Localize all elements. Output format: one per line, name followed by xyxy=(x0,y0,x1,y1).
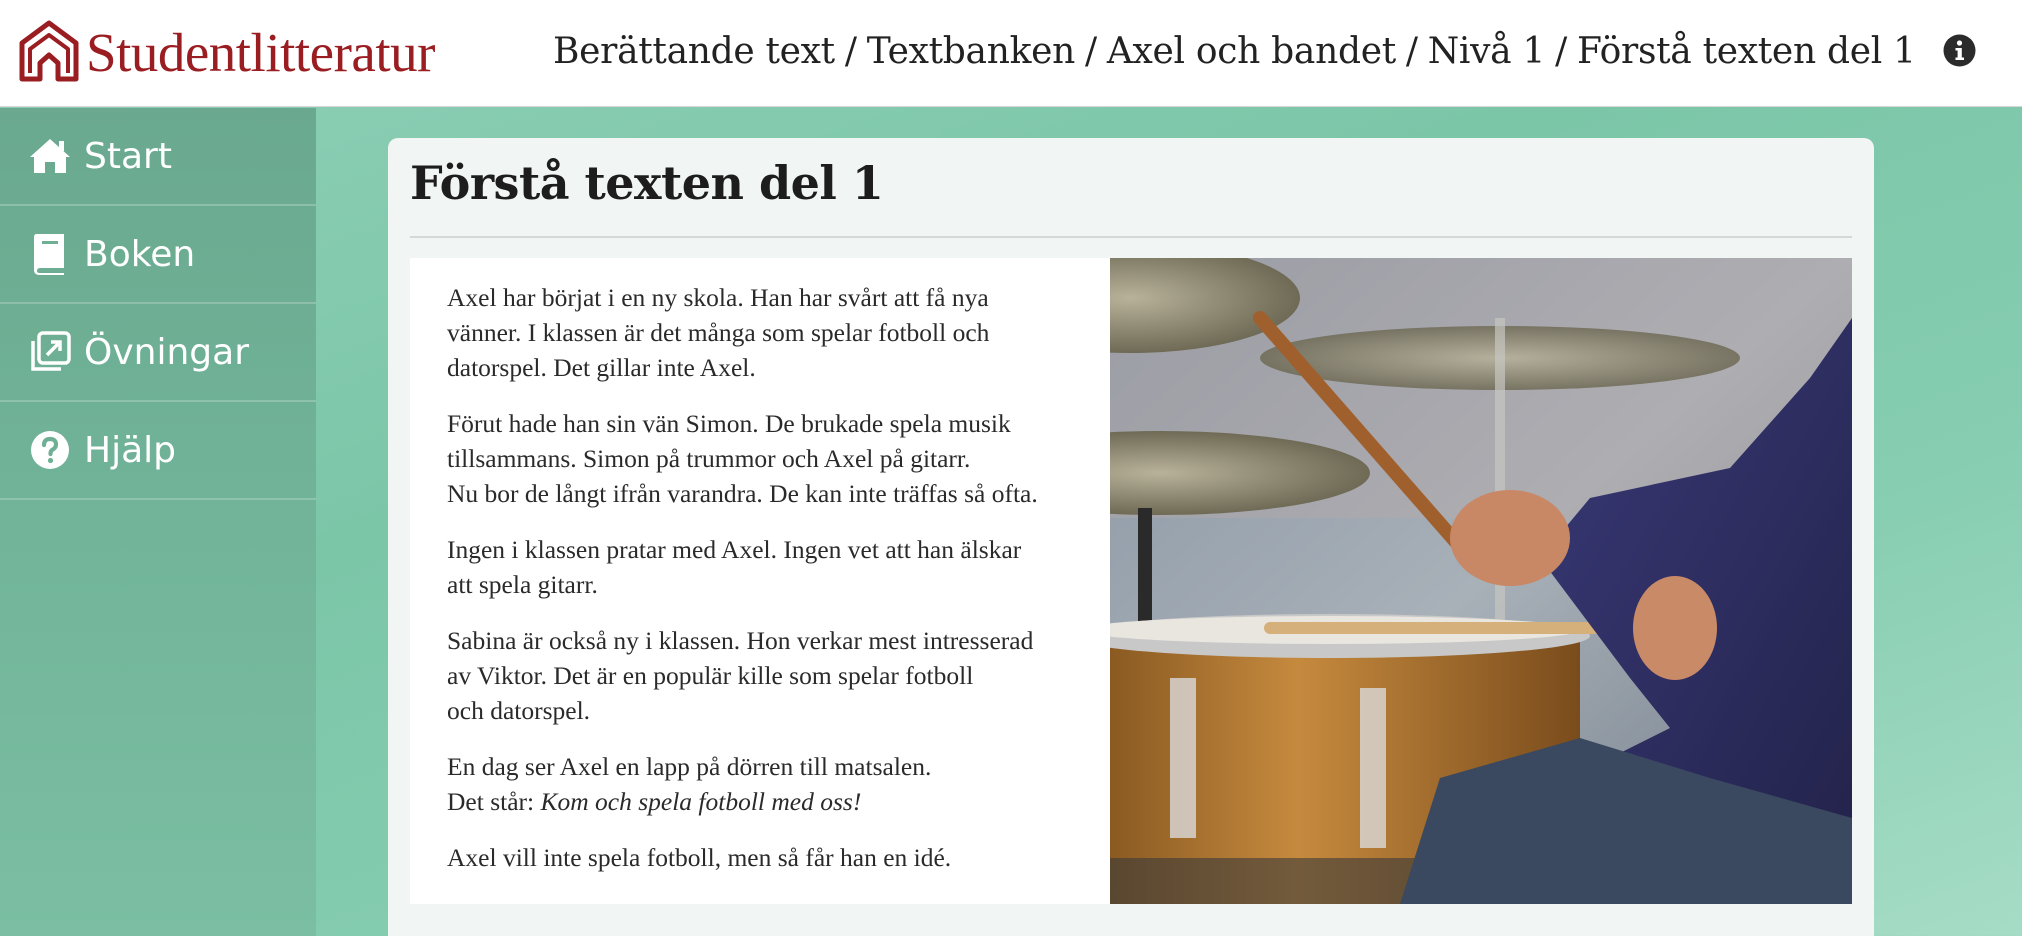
breadcrumb-separator: / xyxy=(844,31,857,72)
story-text-panel: Axel har börjat i en ny skola. Han har s… xyxy=(410,258,1110,904)
breadcrumb-item[interactable]: Nivå 1 xyxy=(1428,31,1546,72)
breadcrumb-item[interactable]: Berättande text xyxy=(553,31,835,72)
exercises-icon xyxy=(28,330,72,374)
sidebar-item-label: Start xyxy=(84,135,172,177)
brand-name: Studentlitteratur xyxy=(86,21,435,83)
story-paragraph: Förut hade han sin vän Simon. De brukade… xyxy=(447,409,1038,508)
breadcrumb-current: Förstå texten del 1 xyxy=(1576,31,1916,72)
drummer-photo xyxy=(1110,258,1852,904)
book-icon xyxy=(28,232,72,276)
story-paragraph: En dag ser Axel en lapp på dörren till m… xyxy=(447,749,1110,819)
studentlitteratur-logo[interactable]: Studentlitteratur xyxy=(16,18,435,86)
story-paragraph: Axel vill inte spela fotboll, men så får… xyxy=(447,843,952,872)
story-quote: Kom och spela fotboll med oss! xyxy=(540,787,862,816)
info-icon[interactable] xyxy=(1943,34,1976,67)
story-line-prefix: Det står: xyxy=(447,787,541,816)
sidebar-item-label: Boken xyxy=(84,233,196,275)
home-icon xyxy=(28,134,72,178)
help-icon xyxy=(28,428,72,472)
breadcrumb-item[interactable]: Textbanken xyxy=(867,31,1076,72)
top-header: Studentlitteratur Berättande text / Textba… xyxy=(0,0,2022,107)
content-card: Förstå texten del 1 Axel har börjat i en… xyxy=(388,138,1874,936)
sidebar-item-boken[interactable]: Boken xyxy=(0,206,316,304)
sidebar-item-hjalp[interactable]: Hjälp xyxy=(0,402,316,500)
logo-mark-icon xyxy=(19,20,79,82)
sidebar-item-label: Övningar xyxy=(84,331,249,373)
story-paragraph: Sabina är också ny i klassen. Hon verkar… xyxy=(447,626,1034,725)
breadcrumb-separator: / xyxy=(1555,31,1567,72)
story-paragraph: Ingen i klassen pratar med Axel. Ingen v… xyxy=(447,535,1022,599)
sidebar-item-start[interactable]: Start xyxy=(0,108,316,206)
sidebar-item-label: Hjälp xyxy=(84,429,176,471)
story-line: En dag ser Axel en lapp på dörren till m… xyxy=(447,752,932,781)
sidebar-item-ovningar[interactable]: Övningar xyxy=(0,304,316,402)
breadcrumb: Berättande text / Textbanken / Axel och band… xyxy=(553,31,1916,72)
breadcrumb-item[interactable]: Axel och bandet xyxy=(1107,31,1396,72)
story-paragraph: Axel har börjat i en ny skola. Han har s… xyxy=(447,283,990,382)
breadcrumb-separator: / xyxy=(1405,31,1418,72)
sidebar: Start Boken Övningar Hjälp xyxy=(0,108,316,936)
title-divider xyxy=(410,236,1852,238)
page-title: Förstå texten del 1 xyxy=(410,156,884,210)
breadcrumb-separator: / xyxy=(1085,31,1097,72)
